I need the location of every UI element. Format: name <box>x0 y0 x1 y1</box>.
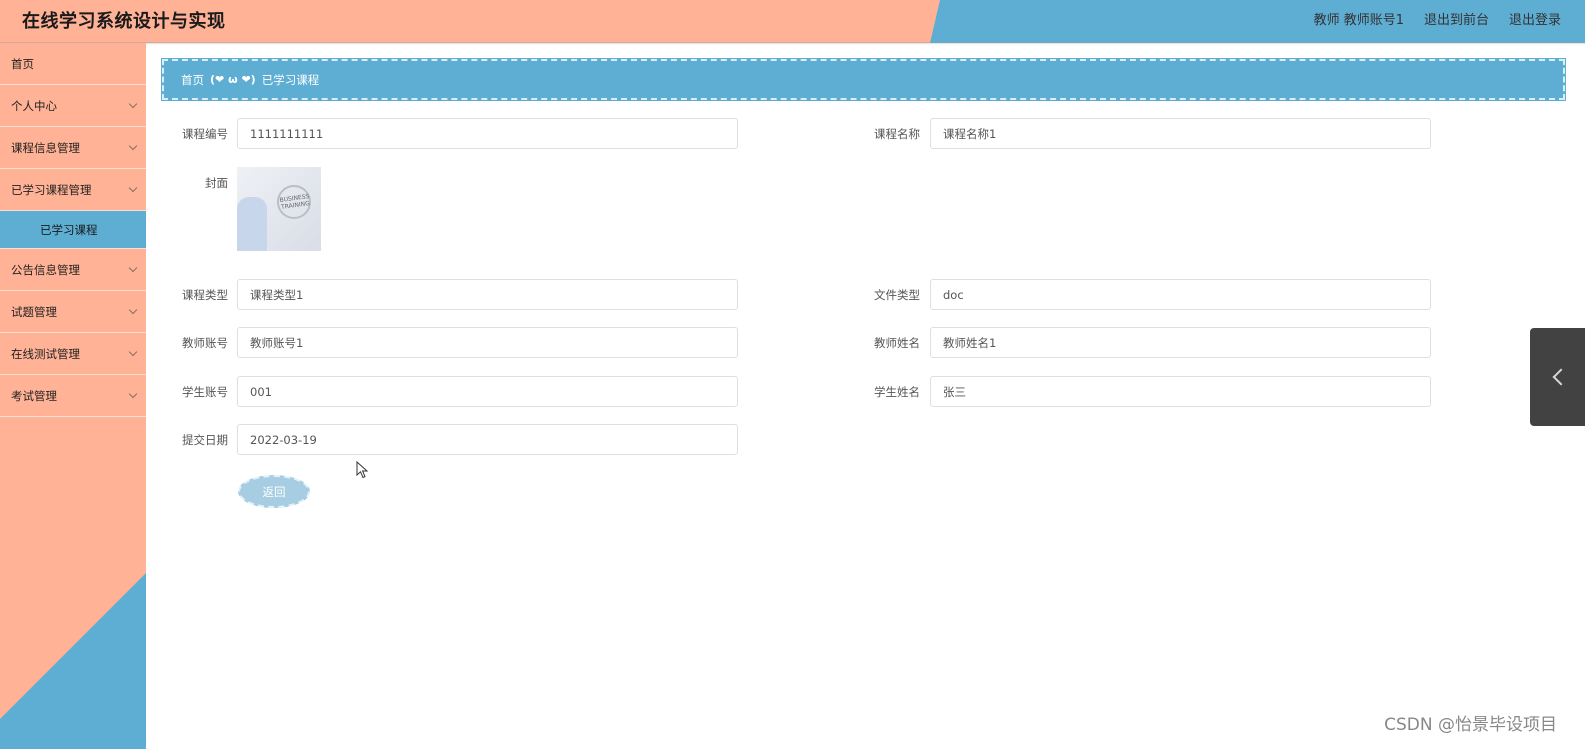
logout-link[interactable]: 退出登录 <box>1509 9 1561 28</box>
sidebar-subitem-learned-course[interactable]: 已学习课程 <box>0 211 146 249</box>
cover-hand-graphic <box>237 197 267 251</box>
sidebar-item-learned-courses[interactable]: 已学习课程管理 <box>0 169 146 211</box>
breadcrumb-separator: (❤ ω ❤) <box>210 73 256 86</box>
collapse-panel-tab[interactable] <box>1530 328 1585 426</box>
sidebar-item-label: 首页 <box>11 56 34 71</box>
course-type-input[interactable]: 课程类型1 <box>237 279 738 310</box>
breadcrumb-current: 已学习课程 <box>261 72 320 87</box>
breadcrumb-home[interactable]: 首页 <box>181 72 204 88</box>
chevron-down-icon <box>128 305 138 315</box>
top-header: 在线学习系统设计与实现 教师 教师账号1 退出到前台 退出登录 <box>0 0 1585 43</box>
file-type-input[interactable]: doc <box>930 279 1431 310</box>
chevron-down-icon <box>128 141 138 151</box>
sidebar-item-home[interactable]: 首页 <box>0 43 146 85</box>
teacher-name-label: 教师姓名 <box>874 336 920 350</box>
course-name-label: 课程名称 <box>874 127 920 141</box>
sidebar-menu: 首页 个人中心 课程信息管理 已学习课程管理 已学习课程 公告信息管理 试题管理… <box>0 43 146 417</box>
teacher-name-input[interactable]: 教师姓名1 <box>930 327 1431 358</box>
sidebar-item-questions[interactable]: 试题管理 <box>0 291 146 333</box>
course-name-input[interactable]: 课程名称1 <box>930 118 1431 149</box>
sidebar-item-label: 个人中心 <box>11 98 57 113</box>
sidebar-item-online-test[interactable]: 在线测试管理 <box>0 333 146 375</box>
chevron-down-icon <box>128 183 138 193</box>
app-title: 在线学习系统设计与实现 <box>22 11 226 32</box>
chevron-left-icon <box>1552 368 1569 386</box>
back-to-front-link[interactable]: 退出到前台 <box>1424 9 1489 28</box>
file-type-label: 文件类型 <box>874 288 920 302</box>
header-shadow <box>0 42 1585 45</box>
back-button[interactable]: 返回 <box>238 475 310 508</box>
cover-label: 封面 <box>205 176 228 190</box>
chevron-down-icon <box>128 99 138 109</box>
breadcrumb: 首页 (❤ ω ❤) 已学习课程 <box>161 58 1566 101</box>
header-actions: 教师 教师账号1 退出到前台 退出登录 <box>1314 9 1561 28</box>
sidebar-item-label: 已学习课程管理 <box>11 182 92 197</box>
sidebar: 首页 个人中心 课程信息管理 已学习课程管理 已学习课程 公告信息管理 试题管理… <box>0 43 146 749</box>
student-account-input[interactable]: 001 <box>237 376 738 407</box>
chevron-down-icon <box>128 347 138 357</box>
teacher-account-label: 教师账号 <box>182 336 228 350</box>
teacher-account-input[interactable]: 教师账号1 <box>237 327 738 358</box>
student-name-label: 学生姓名 <box>874 385 920 399</box>
sidebar-item-course-info[interactable]: 课程信息管理 <box>0 127 146 169</box>
course-no-label: 课程编号 <box>182 127 228 141</box>
student-account-label: 学生账号 <box>182 385 228 399</box>
student-name-input[interactable]: 张三 <box>930 376 1431 407</box>
sidebar-item-personal-center[interactable]: 个人中心 <box>0 85 146 127</box>
chevron-down-icon <box>128 263 138 273</box>
sidebar-item-exam[interactable]: 考试管理 <box>0 375 146 417</box>
cover-image: BUSINESS TRAINING <box>237 167 321 251</box>
sidebar-item-label: 考试管理 <box>11 388 57 403</box>
sidebar-item-label: 试题管理 <box>11 304 57 319</box>
course-no-input[interactable]: 1111111111 <box>237 118 738 149</box>
sidebar-item-label: 在线测试管理 <box>11 346 80 361</box>
course-type-label: 课程类型 <box>182 288 228 302</box>
current-user-label: 教师 教师账号1 <box>1313 13 1404 28</box>
sidebar-item-label: 公告信息管理 <box>11 262 80 277</box>
sidebar-item-label: 课程信息管理 <box>11 140 80 155</box>
sidebar-subitem-label: 已学习课程 <box>40 222 98 237</box>
sidebar-item-notice[interactable]: 公告信息管理 <box>0 249 146 291</box>
chevron-down-icon <box>128 389 138 399</box>
submit-date-input[interactable]: 2022-03-19 <box>237 424 738 455</box>
submit-date-label: 提交日期 <box>182 433 228 447</box>
watermark: CSDN @怡景毕设项目 <box>1384 715 1557 735</box>
mouse-cursor-icon <box>356 461 369 479</box>
